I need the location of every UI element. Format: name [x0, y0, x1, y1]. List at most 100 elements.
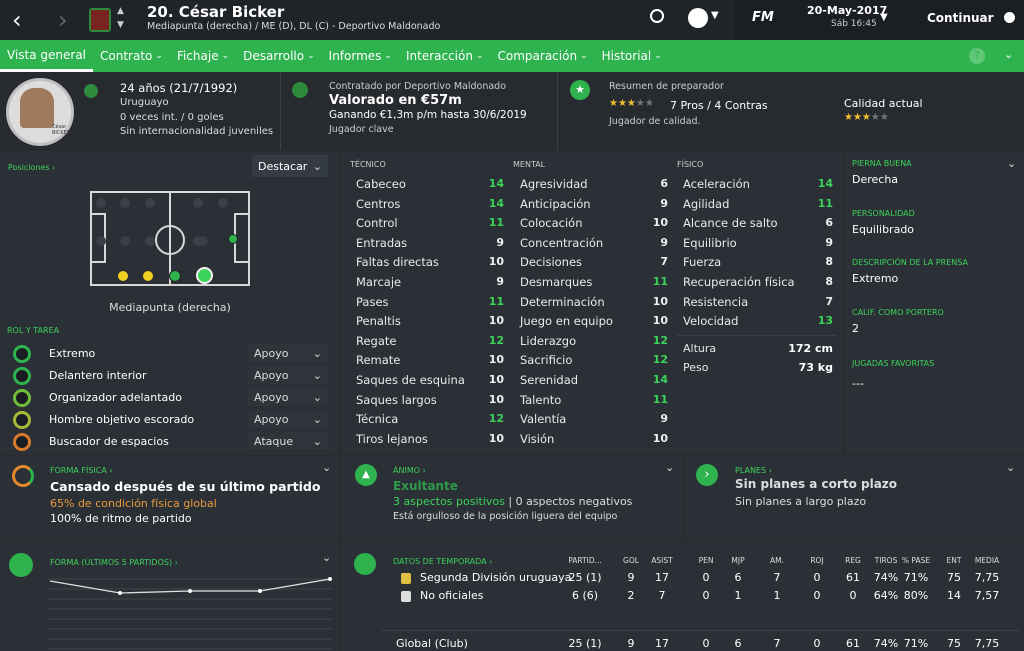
- plans-short: Sin planes a corto plazo: [735, 477, 898, 491]
- tab-contrato[interactable]: Contrato ⌄: [93, 40, 170, 72]
- attribute-name: Concentración: [520, 235, 604, 250]
- attribute-row: Recuperación física 8: [683, 275, 833, 291]
- morale-chevron-icon[interactable]: ⌄: [665, 461, 674, 474]
- duty-dropdown[interactable]: Apoyo ⌄: [248, 388, 328, 406]
- duty-dropdown[interactable]: Apoyo ⌄: [248, 410, 328, 428]
- plans-title[interactable]: PLANES ›: [735, 466, 772, 475]
- role-row[interactable]: Organizador adelantado Apoyo ⌄: [0, 387, 340, 409]
- chevron-down-icon: ⌄: [307, 51, 315, 61]
- highlight-dropdown[interactable]: Destacar ⌄: [252, 155, 328, 177]
- season-header[interactable]: AM.: [757, 556, 797, 565]
- personality-label: PERSONALIDAD: [852, 209, 915, 218]
- attribute-name: Fuerza: [683, 255, 722, 270]
- season-competition: No oficiales: [420, 589, 484, 602]
- attribute-value: 9: [825, 235, 833, 249]
- season-cell: 25 (1): [568, 571, 602, 584]
- attribute-value: 7: [825, 294, 833, 308]
- player-nationality: Uruguayo: [120, 97, 169, 108]
- coach-desc: Jugador de calidad.: [609, 116, 701, 127]
- season-header[interactable]: % PASE: [893, 556, 939, 565]
- tab-vista-general[interactable]: Vista general: [0, 40, 94, 72]
- pitch-center-circle: [155, 225, 185, 255]
- plans-icon: ›: [696, 464, 718, 486]
- profile-strip: César BICKER 24 años (21/7/1992) Uruguay…: [0, 72, 1024, 150]
- globe-chevron-icon[interactable]: ▼: [711, 10, 719, 21]
- chevron-down-icon: ⌄: [221, 51, 230, 61]
- fitness-title[interactable]: FORMA FÍSICA ›: [50, 466, 113, 475]
- attribute-value: 9: [660, 412, 668, 426]
- info-chevron-icon[interactable]: ⌄: [1007, 157, 1016, 170]
- tab-interaccion[interactable]: Interacción ⌄: [399, 40, 491, 72]
- tab-historial[interactable]: Historial ⌄: [595, 40, 669, 72]
- attribute-name: Anticipación: [520, 196, 591, 211]
- contract-value: Valorado en €57m: [329, 93, 462, 108]
- plans-chevron-icon[interactable]: ⌄: [1006, 461, 1015, 474]
- season-cell: 7: [658, 589, 666, 602]
- role-row[interactable]: Delantero interior Apoyo ⌄: [0, 365, 340, 387]
- role-row[interactable]: Hombre objetivo escorado Apoyo ⌄: [0, 409, 340, 431]
- attribute-row: Fuerza 8: [683, 255, 833, 271]
- continue-button[interactable]: Continuar: [927, 11, 1015, 25]
- chevron-down-icon[interactable]: ▼: [117, 20, 124, 30]
- season-header[interactable]: MEDIA: [963, 556, 1011, 565]
- tab-informes[interactable]: Informes ⌄: [322, 40, 399, 72]
- season-header[interactable]: ASIST: [639, 556, 685, 565]
- chevron-up-icon[interactable]: ▲: [117, 6, 124, 16]
- player-card-name: César BICKER: [52, 124, 71, 136]
- tab-comparacion[interactable]: Comparación ⌄: [491, 40, 595, 72]
- attribute-name: Visión: [520, 431, 555, 446]
- help-icon[interactable]: ?: [969, 48, 985, 64]
- duty-dropdown[interactable]: Apoyo ⌄: [248, 366, 328, 384]
- tab-fichaje[interactable]: Fichaje ⌄: [170, 40, 236, 72]
- form-chevron-icon[interactable]: ⌄: [322, 551, 331, 564]
- form-title[interactable]: FORMA (ÚLTIMOS 5 PARTIDOS) ›: [50, 558, 178, 567]
- date-chevron-icon[interactable]: ▼: [880, 12, 888, 23]
- attribute-row: Marcaje 9: [356, 275, 504, 291]
- attribute-row: Entradas 9: [356, 236, 504, 252]
- tab-label: Comparación: [497, 49, 578, 63]
- attribute-name: Agilidad: [683, 196, 730, 211]
- attribute-name: Desmarques: [520, 275, 593, 289]
- season-row[interactable]: Segunda División uruguaya 25 (1) 9 17 0 6 7 0 61…: [341, 571, 1024, 587]
- attribute-row: Serenidad 14: [520, 373, 668, 389]
- duty-dropdown[interactable]: Apoyo ⌄: [248, 344, 328, 362]
- season-header[interactable]: ROJ: [797, 556, 837, 565]
- attribute-row: Pases 11: [356, 295, 504, 311]
- attribute-name: Penaltis: [356, 314, 401, 329]
- form-panel: FORMA (ÚLTIMOS 5 PARTIDOS) › ⌄: [0, 543, 340, 651]
- duty-dropdown[interactable]: Ataque ⌄: [248, 432, 328, 450]
- contract-status: Jugador clave: [329, 124, 394, 135]
- attribute-name: Serenidad: [520, 373, 579, 387]
- positions-title[interactable]: Posiciones ›: [8, 163, 55, 172]
- current-quality-stars: ★★★★★: [844, 112, 889, 123]
- season-cell: 6 (6): [571, 589, 599, 602]
- globe-icon[interactable]: [688, 8, 708, 28]
- flag-icon: [84, 84, 98, 98]
- role-wheel-icon: [13, 367, 31, 385]
- attribute-name: Talento: [520, 392, 562, 407]
- weight-row: Peso 73 kg: [683, 361, 833, 374]
- morale-icon: ▲: [355, 464, 377, 486]
- role-row[interactable]: Buscador de espacios Ataque ⌄: [0, 431, 340, 453]
- position-dot: [145, 236, 155, 246]
- fitness-chevron-icon[interactable]: ⌄: [322, 461, 331, 474]
- duty-label: Apoyo: [254, 368, 289, 382]
- season-header[interactable]: MJP: [718, 556, 758, 565]
- chevron-down-icon: ⌄: [475, 51, 484, 61]
- morale-title[interactable]: ÁNIMO ›: [393, 466, 426, 475]
- attribute-name: Saques largos: [356, 392, 437, 407]
- nav-chevron-icon[interactable]: ⌄: [1004, 48, 1013, 61]
- plans-long: Sin planes a largo plazo: [735, 495, 867, 508]
- season-title[interactable]: DATOS DE TEMPORADA ›: [393, 557, 492, 566]
- height-row: Altura 172 cm: [683, 342, 833, 355]
- role-row[interactable]: Extremo Apoyo ⌄: [0, 343, 340, 365]
- attribute-name: Recuperación física: [683, 275, 795, 289]
- tab-desarrollo[interactable]: Desarrollo ⌄: [236, 40, 322, 72]
- morale-positives: 3 aspectos positivos: [393, 495, 505, 508]
- season-cell: 17: [655, 637, 669, 650]
- search-icon[interactable]: [650, 9, 664, 23]
- forward-icon[interactable]: ›: [58, 6, 68, 34]
- season-header[interactable]: PARTID...: [560, 556, 610, 565]
- season-row[interactable]: No oficiales 6 (6) 2 7 0 1 1 0 0 64% 80% 14 7,57: [341, 589, 1024, 605]
- back-icon[interactable]: ‹: [12, 6, 22, 34]
